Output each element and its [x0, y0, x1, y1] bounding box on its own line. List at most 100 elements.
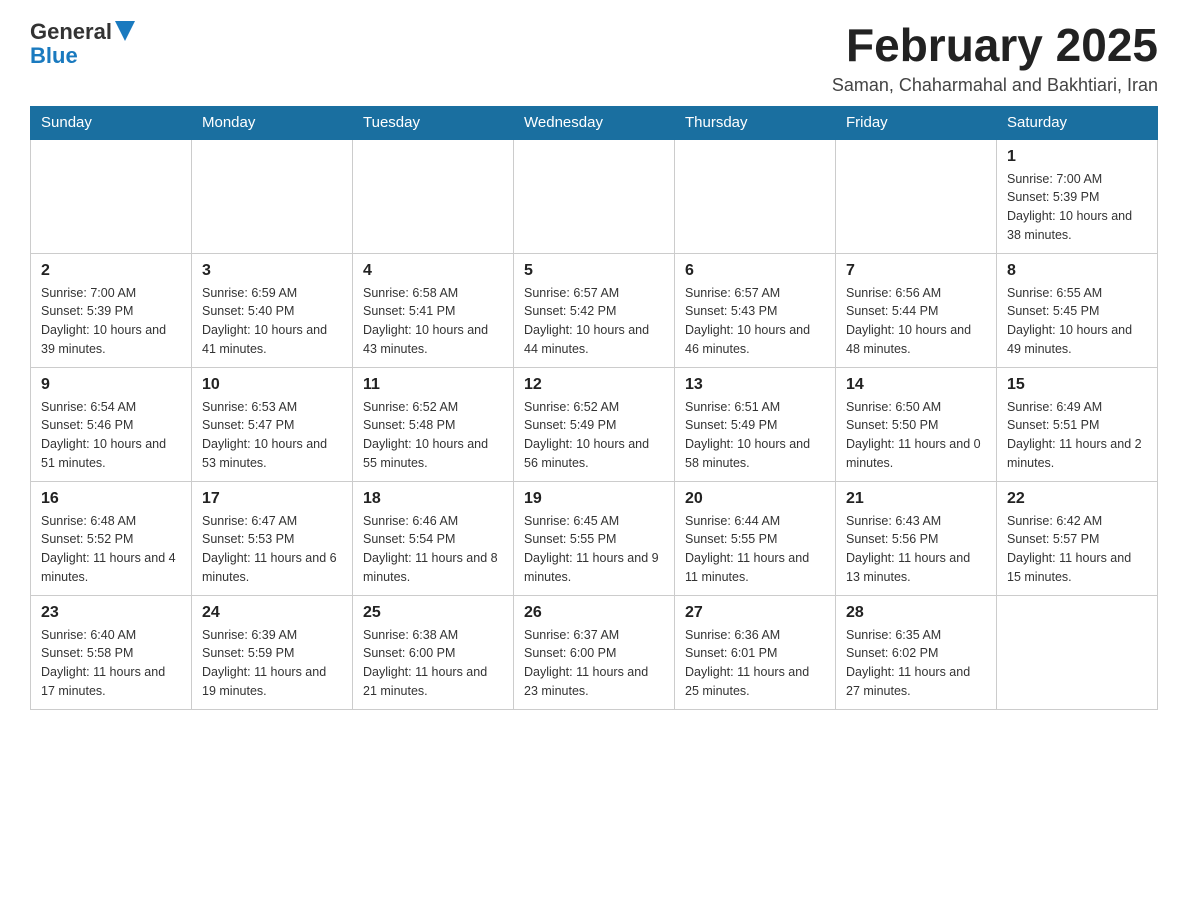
title-section: February 2025 Saman, Chaharmahal and Bak… [832, 20, 1158, 96]
day-info: Sunrise: 7:00 AMSunset: 5:39 PMDaylight:… [1007, 170, 1147, 245]
day-info: Sunrise: 6:46 AMSunset: 5:54 PMDaylight:… [363, 512, 503, 587]
day-number: 20 [685, 490, 825, 508]
logo: General Blue [30, 20, 135, 68]
calendar-cell: 17 Sunrise: 6:47 AMSunset: 5:53 PMDayligh… [192, 481, 353, 595]
day-number: 28 [846, 604, 986, 622]
day-number: 2 [41, 262, 181, 280]
calendar-cell: 18 Sunrise: 6:46 AMSunset: 5:54 PMDayligh… [353, 481, 514, 595]
day-info: Sunrise: 6:39 AMSunset: 5:59 PMDaylight:… [202, 626, 342, 701]
day-of-week-header: Monday [192, 106, 353, 140]
calendar-week-row: 16Sunrise: 6:48 AMSunset: 5:52 PMDayligh… [31, 481, 1158, 595]
day-number: 12 [524, 376, 664, 394]
calendar-cell: 19 Sunrise: 6:45 AMSunset: 5:55 PMDayligh… [514, 481, 675, 595]
day-info: Sunrise: 6:50 AMSunset: 5:50 PMDaylight:… [846, 398, 986, 473]
calendar-cell: 15Sunrise: 6:49 AMSunset: 5:51 PMDayligh… [997, 367, 1158, 481]
calendar-cell: 26Sunrise: 6:37 AMSunset: 6:00 PMDayligh… [514, 595, 675, 709]
calendar-header: SundayMondayTuesdayWednesdayThursdayFrid… [31, 106, 1158, 140]
calendar-week-row: 2 Sunrise: 7:00 AMSunset: 5:39 PMDaylight… [31, 253, 1158, 367]
day-number: 6 [685, 262, 825, 280]
day-info: Sunrise: 6:40 AMSunset: 5:58 PMDaylight:… [41, 626, 181, 701]
calendar-cell: 2 Sunrise: 7:00 AMSunset: 5:39 PMDaylight… [31, 253, 192, 367]
calendar-cell: 4 Sunrise: 6:58 AMSunset: 5:41 PMDaylight… [353, 253, 514, 367]
day-of-week-header: Friday [836, 106, 997, 140]
day-info: Sunrise: 6:51 AMSunset: 5:49 PMDaylight:… [685, 398, 825, 473]
day-of-week-header: Sunday [31, 106, 192, 140]
day-number: 22 [1007, 490, 1147, 508]
calendar-cell: 27 Sunrise: 6:36 AMSunset: 6:01 PMDayligh… [675, 595, 836, 709]
logo-general: General [30, 20, 112, 44]
calendar-week-row: 1 Sunrise: 7:00 AMSunset: 5:39 PMDaylight… [31, 139, 1158, 253]
day-number: 11 [363, 376, 503, 394]
day-info: Sunrise: 7:00 AMSunset: 5:39 PMDaylight:… [41, 284, 181, 359]
calendar-cell: 20 Sunrise: 6:44 AMSunset: 5:55 PMDayligh… [675, 481, 836, 595]
day-info: Sunrise: 6:37 AMSunset: 6:00 PMDaylight:… [524, 626, 664, 701]
calendar-cell: 3 Sunrise: 6:59 AMSunset: 5:40 PMDaylight… [192, 253, 353, 367]
calendar-cell [836, 139, 997, 253]
calendar-cell: 16Sunrise: 6:48 AMSunset: 5:52 PMDayligh… [31, 481, 192, 595]
day-number: 4 [363, 262, 503, 280]
calendar-cell [675, 139, 836, 253]
day-info: Sunrise: 6:43 AMSunset: 5:56 PMDaylight:… [846, 512, 986, 587]
day-info: Sunrise: 6:35 AMSunset: 6:02 PMDaylight:… [846, 626, 986, 701]
day-number: 8 [1007, 262, 1147, 280]
header-row: SundayMondayTuesdayWednesdayThursdayFrid… [31, 106, 1158, 140]
calendar-cell [192, 139, 353, 253]
day-number: 9 [41, 376, 181, 394]
day-of-week-header: Wednesday [514, 106, 675, 140]
day-number: 17 [202, 490, 342, 508]
day-info: Sunrise: 6:53 AMSunset: 5:47 PMDaylight:… [202, 398, 342, 473]
day-info: Sunrise: 6:59 AMSunset: 5:40 PMDaylight:… [202, 284, 342, 359]
calendar-cell: 12 Sunrise: 6:52 AMSunset: 5:49 PMDayligh… [514, 367, 675, 481]
day-number: 5 [524, 262, 664, 280]
day-info: Sunrise: 6:47 AMSunset: 5:53 PMDaylight:… [202, 512, 342, 587]
calendar-cell: 10 Sunrise: 6:53 AMSunset: 5:47 PMDayligh… [192, 367, 353, 481]
calendar-cell: 24Sunrise: 6:39 AMSunset: 5:59 PMDayligh… [192, 595, 353, 709]
calendar-cell: 28 Sunrise: 6:35 AMSunset: 6:02 PMDayligh… [836, 595, 997, 709]
day-of-week-header: Tuesday [353, 106, 514, 140]
logo-arrow-icon [115, 21, 135, 43]
calendar-week-row: 23 Sunrise: 6:40 AMSunset: 5:58 PMDayligh… [31, 595, 1158, 709]
day-number: 15 [1007, 376, 1147, 394]
day-info: Sunrise: 6:57 AMSunset: 5:43 PMDaylight:… [685, 284, 825, 359]
day-info: Sunrise: 6:56 AMSunset: 5:44 PMDaylight:… [846, 284, 986, 359]
day-info: Sunrise: 6:58 AMSunset: 5:41 PMDaylight:… [363, 284, 503, 359]
day-info: Sunrise: 6:44 AMSunset: 5:55 PMDaylight:… [685, 512, 825, 587]
day-info: Sunrise: 6:57 AMSunset: 5:42 PMDaylight:… [524, 284, 664, 359]
day-info: Sunrise: 6:52 AMSunset: 5:49 PMDaylight:… [524, 398, 664, 473]
day-number: 14 [846, 376, 986, 394]
day-info: Sunrise: 6:36 AMSunset: 6:01 PMDaylight:… [685, 626, 825, 701]
page-header: General Blue February 2025 Saman, Chahar… [30, 20, 1158, 96]
calendar-body: 1 Sunrise: 7:00 AMSunset: 5:39 PMDaylight… [31, 139, 1158, 709]
calendar-cell: 23 Sunrise: 6:40 AMSunset: 5:58 PMDayligh… [31, 595, 192, 709]
day-number: 23 [41, 604, 181, 622]
calendar-cell [353, 139, 514, 253]
calendar-cell [514, 139, 675, 253]
calendar-cell: 21 Sunrise: 6:43 AMSunset: 5:56 PMDayligh… [836, 481, 997, 595]
calendar-cell: 9Sunrise: 6:54 AMSunset: 5:46 PMDaylight… [31, 367, 192, 481]
calendar-cell: 6 Sunrise: 6:57 AMSunset: 5:43 PMDaylight… [675, 253, 836, 367]
calendar-cell: 8 Sunrise: 6:55 AMSunset: 5:45 PMDaylight… [997, 253, 1158, 367]
calendar-week-row: 9Sunrise: 6:54 AMSunset: 5:46 PMDaylight… [31, 367, 1158, 481]
day-number: 21 [846, 490, 986, 508]
day-number: 7 [846, 262, 986, 280]
calendar-cell: 22 Sunrise: 6:42 AMSunset: 5:57 PMDayligh… [997, 481, 1158, 595]
day-number: 10 [202, 376, 342, 394]
calendar-cell [997, 595, 1158, 709]
day-info: Sunrise: 6:45 AMSunset: 5:55 PMDaylight:… [524, 512, 664, 587]
day-number: 19 [524, 490, 664, 508]
day-number: 1 [1007, 148, 1147, 166]
calendar-cell: 7 Sunrise: 6:56 AMSunset: 5:44 PMDaylight… [836, 253, 997, 367]
calendar-cell: 25Sunrise: 6:38 AMSunset: 6:00 PMDayligh… [353, 595, 514, 709]
day-info: Sunrise: 6:42 AMSunset: 5:57 PMDaylight:… [1007, 512, 1147, 587]
logo-blue: Blue [30, 44, 135, 68]
day-number: 18 [363, 490, 503, 508]
day-number: 27 [685, 604, 825, 622]
day-number: 25 [363, 604, 503, 622]
calendar-cell: 13Sunrise: 6:51 AMSunset: 5:49 PMDayligh… [675, 367, 836, 481]
calendar-table: SundayMondayTuesdayWednesdayThursdayFrid… [30, 106, 1158, 710]
day-number: 3 [202, 262, 342, 280]
day-of-week-header: Saturday [997, 106, 1158, 140]
day-info: Sunrise: 6:48 AMSunset: 5:52 PMDaylight:… [41, 512, 181, 587]
calendar-cell [31, 139, 192, 253]
day-info: Sunrise: 6:55 AMSunset: 5:45 PMDaylight:… [1007, 284, 1147, 359]
